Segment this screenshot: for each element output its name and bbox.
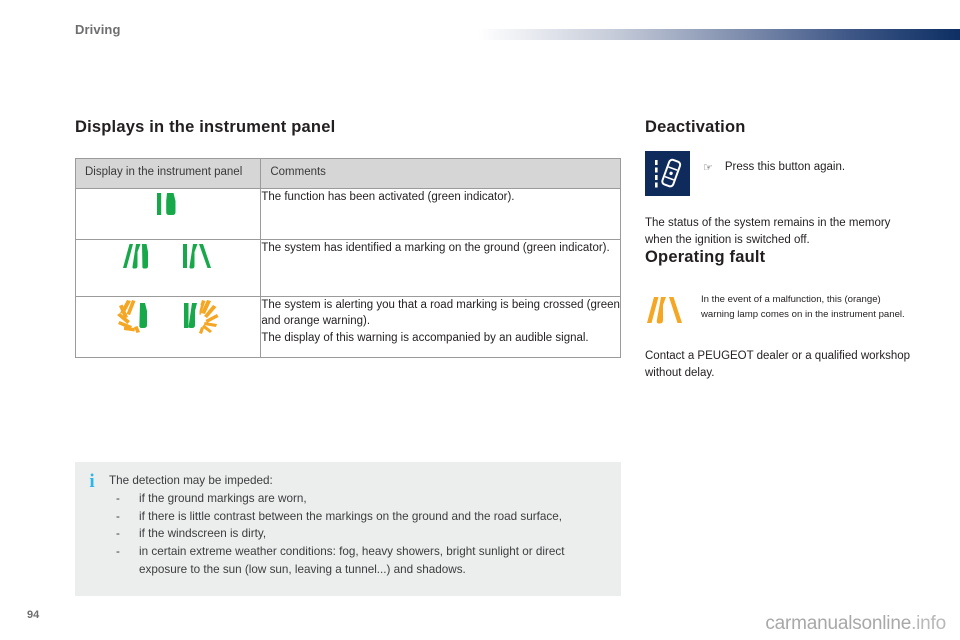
- list-dash: -: [116, 545, 120, 559]
- table-row: The system has identified a marking on t…: [74, 239, 621, 297]
- right-column: Deactivation ☞ Press this button again. …: [645, 118, 913, 382]
- info-conditions-list: - if the ground markings are worn, - if …: [109, 490, 609, 579]
- list-item-label: if the ground markings are worn,: [139, 491, 307, 505]
- info-lead-text: The detection may be impeded:: [109, 474, 273, 487]
- lane-crossing-warning-left-icon: [115, 297, 155, 340]
- lane-assist-green-single-icon: [153, 193, 183, 223]
- table-header-row: Display in the instrument panel Comments: [74, 158, 621, 189]
- section-title: Driving: [75, 22, 121, 37]
- column-header-comments: Comments: [260, 158, 621, 189]
- pointing-hand-icon: ☞: [703, 162, 713, 174]
- deactivation-instruction: ☞ Press this button again.: [703, 151, 913, 175]
- comment-cell: The system has identified a marking on t…: [260, 239, 621, 297]
- list-dash: -: [116, 527, 120, 541]
- displays-heading: Displays in the instrument panel: [75, 118, 336, 136]
- instrument-panel-display-table: Display in the instrument panel Comments…: [74, 158, 621, 358]
- list-item-label: if there is little contrast between the …: [139, 509, 562, 523]
- lane-marking-detected-green-left-icon: [121, 240, 155, 277]
- comment-line-1: The system is alerting you that a road m…: [261, 299, 620, 328]
- watermark-suffix: .info: [911, 613, 946, 634]
- table-row: The system is alerting you that a road m…: [74, 296, 621, 358]
- deactivation-instruction-label: Press this button again.: [724, 161, 846, 173]
- lane-departure-warning-button-icon[interactable]: [645, 151, 690, 196]
- table-row: The function has been activated (green i…: [74, 188, 621, 240]
- operating-fault-action: Contact a PEUGEOT dealer or a qualified …: [645, 350, 911, 380]
- column-header-display: Display in the instrument panel: [74, 158, 262, 189]
- site-watermark: carmanualsonline.info: [765, 613, 946, 635]
- list-dash: -: [116, 491, 120, 505]
- watermark-main: carmanualsonline: [765, 613, 912, 634]
- header-gradient-rule: [478, 29, 960, 40]
- lane-marking-detected-green-right-icon: [181, 240, 215, 277]
- icon-cell: [74, 239, 262, 297]
- deactivation-heading: Deactivation: [645, 118, 746, 136]
- list-item: - if the ground markings are worn,: [109, 490, 609, 508]
- list-item: - if the windscreen is dirty,: [109, 525, 609, 543]
- list-item-label: in certain extreme weather conditions: f…: [139, 545, 565, 576]
- list-item: - in certain extreme weather conditions:…: [109, 543, 609, 579]
- operating-fault-block: In the event of a malfunction, this (ora…: [645, 293, 913, 330]
- list-dash: -: [116, 509, 120, 523]
- comment-cell: The function has been activated (green i…: [260, 188, 621, 240]
- lane-departure-fault-orange-icon: [645, 293, 685, 330]
- list-item: - if there is little contrast between th…: [109, 508, 609, 526]
- information-icon: i: [89, 471, 95, 492]
- deactivation-button-block: ☞ Press this button again.: [645, 151, 913, 197]
- operating-fault-description: In the event of a malfunction, this (ora…: [701, 294, 905, 320]
- operating-fault-heading: Operating fault: [645, 248, 766, 267]
- icon-cell: [74, 296, 262, 358]
- information-callout-body: The detection may be impeded: - if the g…: [109, 462, 621, 596]
- page-header: Driving: [0, 0, 960, 52]
- information-callout-box: i The detection may be impeded: - if the…: [75, 462, 621, 596]
- page-number: 94: [27, 609, 40, 621]
- comment-line-2: The display of this warning is accompani…: [261, 331, 589, 344]
- left-column: Displays in the instrument panel: [75, 118, 621, 137]
- list-item-label: if the windscreen is dirty,: [139, 527, 267, 541]
- deactivation-note: The status of the system remains in the …: [645, 217, 891, 246]
- comment-cell: The system is alerting you that a road m…: [260, 296, 621, 358]
- lane-crossing-warning-right-icon: [181, 297, 221, 340]
- icon-cell: [74, 188, 262, 240]
